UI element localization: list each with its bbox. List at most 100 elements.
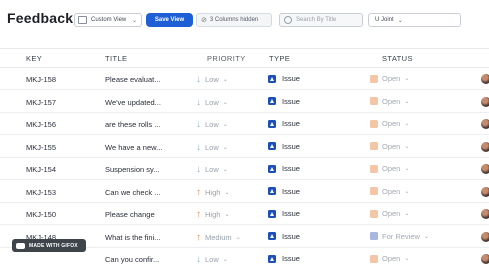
issue-key[interactable]: MKJ-153 bbox=[26, 188, 96, 197]
issue-key[interactable]: MKJ-154 bbox=[26, 165, 96, 174]
type-cell[interactable]: Issue bbox=[268, 119, 348, 128]
chevron-down-icon: ⌄ bbox=[222, 99, 228, 106]
issue-title[interactable]: Can we check ... bbox=[105, 188, 191, 197]
priority-label: Low bbox=[205, 75, 219, 84]
chevron-down-icon: ⌄ bbox=[397, 17, 403, 24]
chevron-down-icon: ⌄ bbox=[224, 212, 230, 218]
type-cell[interactable]: Issue bbox=[268, 164, 348, 173]
issue-type-icon bbox=[268, 97, 276, 105]
issue-type-icon bbox=[268, 232, 276, 240]
priority-select[interactable]: ↓ Low ⌄ bbox=[196, 119, 262, 130]
priority-select[interactable]: ↑ High ⌄ bbox=[196, 187, 262, 198]
view-select-label: Custom View bbox=[91, 17, 127, 23]
issue-title[interactable]: We have a new... bbox=[105, 143, 191, 152]
avatar[interactable] bbox=[481, 119, 489, 129]
search-input[interactable]: Search By Title bbox=[279, 13, 363, 27]
filter-select[interactable]: U Joint ⌄ bbox=[368, 13, 461, 27]
avatar[interactable] bbox=[481, 186, 489, 197]
priority-select[interactable]: ↓ Low ⌄ bbox=[196, 254, 262, 265]
type-label: Issue bbox=[282, 231, 300, 241]
column-header-priority[interactable]: PRIORITY bbox=[207, 54, 273, 63]
avatar[interactable] bbox=[481, 74, 489, 84]
chevron-down-icon: ⌄ bbox=[222, 257, 228, 263]
search-placeholder: Search By Title bbox=[296, 17, 337, 23]
type-cell[interactable]: Issue bbox=[268, 187, 348, 196]
issue-title[interactable]: Can you confir... bbox=[105, 255, 191, 264]
status-select[interactable]: Open ⌄ bbox=[370, 164, 450, 173]
column-header-title[interactable]: TITLE bbox=[105, 54, 127, 63]
chevron-down-icon: ⌄ bbox=[222, 77, 228, 83]
table-row[interactable]: MKJ-153 Can we check ... ↑ High ⌄ Issue Open ⌄ bbox=[0, 182, 489, 203]
priority-select[interactable]: ↑ Medium ⌄ bbox=[196, 232, 262, 243]
column-header-key[interactable]: KEY bbox=[26, 54, 42, 63]
table-row[interactable]: MKJ-154 Suspension sy... ↓ Low ⌄ Issue Open ⌄ bbox=[0, 159, 489, 180]
priority-select[interactable]: ↑ High ⌄ bbox=[196, 209, 262, 220]
type-cell[interactable]: Issue bbox=[268, 232, 348, 241]
priority-select[interactable]: ↓ Low ⌄ bbox=[196, 164, 262, 175]
status-select[interactable]: Open ⌄ bbox=[370, 254, 450, 263]
status-label: Open bbox=[382, 141, 401, 151]
avatar[interactable] bbox=[481, 209, 489, 219]
priority-label: Low bbox=[205, 255, 219, 264]
table-row[interactable]: MKJ-157 We've updated... ↓ Low ⌄ Issue Open ⌄ bbox=[0, 92, 489, 113]
status-select[interactable]: Open ⌄ bbox=[370, 187, 450, 196]
chevron-down-icon: ⌄ bbox=[404, 211, 410, 217]
type-cell[interactable]: Issue bbox=[268, 209, 348, 218]
save-view-button[interactable]: Save View bbox=[146, 13, 193, 27]
view-icon bbox=[78, 16, 87, 24]
avatar[interactable] bbox=[481, 164, 489, 174]
avatar[interactable] bbox=[481, 141, 489, 152]
status-select[interactable]: Open ⌄ bbox=[370, 97, 450, 106]
status-color-swatch bbox=[370, 97, 378, 105]
issue-title[interactable]: What is the fini... bbox=[105, 233, 191, 242]
issue-title[interactable]: We've updated... bbox=[105, 98, 191, 107]
priority-select[interactable]: ↓ Low ⌄ bbox=[196, 142, 262, 153]
chevron-down-icon: ⌄ bbox=[224, 189, 230, 196]
issue-title[interactable]: Please evaluat... bbox=[105, 75, 191, 84]
priority-label: Low bbox=[205, 165, 219, 174]
column-header-status[interactable]: STATUS bbox=[382, 54, 413, 63]
type-cell[interactable]: Issue bbox=[268, 254, 348, 263]
priority-label: Low bbox=[205, 120, 219, 129]
type-label: Issue bbox=[282, 254, 300, 263]
avatar[interactable] bbox=[481, 254, 489, 264]
status-label: Open bbox=[382, 74, 401, 83]
table-row[interactable]: MKJ-150 Please change ↑ High ⌄ Issue Open ⌄ bbox=[0, 204, 489, 225]
hidden-columns-button[interactable]: ⊘ 3 Columns hidden bbox=[196, 13, 272, 27]
type-label: Issue bbox=[282, 96, 300, 106]
avatar[interactable] bbox=[481, 96, 489, 107]
issue-key[interactable]: MKJ-150 bbox=[26, 210, 96, 219]
column-header-type[interactable]: TYPE bbox=[269, 54, 290, 63]
table-row[interactable]: MKJ-155 We have a new... ↓ Low ⌄ Issue Open ⌄ bbox=[0, 137, 489, 158]
issue-key[interactable]: MKJ-155 bbox=[26, 143, 96, 152]
status-select[interactable]: Open ⌄ bbox=[370, 74, 450, 83]
chevron-down-icon: ⌄ bbox=[404, 143, 410, 150]
view-select[interactable]: Custom View ⌄ bbox=[74, 13, 142, 27]
arrow-down-icon: ↓ bbox=[196, 119, 201, 130]
chevron-down-icon: ⌄ bbox=[404, 76, 410, 82]
type-cell[interactable]: Issue bbox=[268, 97, 348, 106]
status-color-swatch bbox=[370, 74, 378, 83]
priority-label: Medium bbox=[205, 232, 232, 242]
type-cell[interactable]: Issue bbox=[268, 142, 348, 151]
issue-title[interactable]: Suspension sy... bbox=[105, 165, 191, 174]
table-row[interactable]: MKJ-158 Please evaluat... ↓ Low ⌄ Issue Open ⌄ bbox=[0, 69, 489, 90]
status-select[interactable]: Open ⌄ bbox=[370, 209, 450, 218]
issue-title[interactable]: are these rolls ... bbox=[105, 120, 191, 129]
arrow-up-icon: ↑ bbox=[196, 231, 201, 243]
priority-select[interactable]: ↓ Low ⌄ bbox=[196, 97, 262, 108]
type-label: Issue bbox=[282, 74, 300, 83]
arrow-down-icon: ↓ bbox=[196, 164, 201, 175]
issue-title[interactable]: Please change bbox=[105, 210, 191, 219]
avatar[interactable] bbox=[481, 231, 489, 242]
chevron-down-icon: ⌄ bbox=[404, 98, 410, 105]
table-row[interactable]: MKJ-156 are these rolls ... ↓ Low ⌄ Issue Open… bbox=[0, 114, 489, 135]
issue-key[interactable]: MKJ-158 bbox=[26, 75, 96, 84]
issue-key[interactable]: MKJ-156 bbox=[26, 120, 96, 129]
issue-key[interactable]: MKJ-157 bbox=[26, 98, 96, 107]
status-select[interactable]: For Review ⌄ bbox=[370, 232, 450, 241]
priority-select[interactable]: ↓ Low ⌄ bbox=[196, 74, 262, 85]
type-cell[interactable]: Issue bbox=[268, 74, 348, 83]
status-select[interactable]: Open ⌄ bbox=[370, 119, 450, 128]
status-select[interactable]: Open ⌄ bbox=[370, 142, 450, 151]
